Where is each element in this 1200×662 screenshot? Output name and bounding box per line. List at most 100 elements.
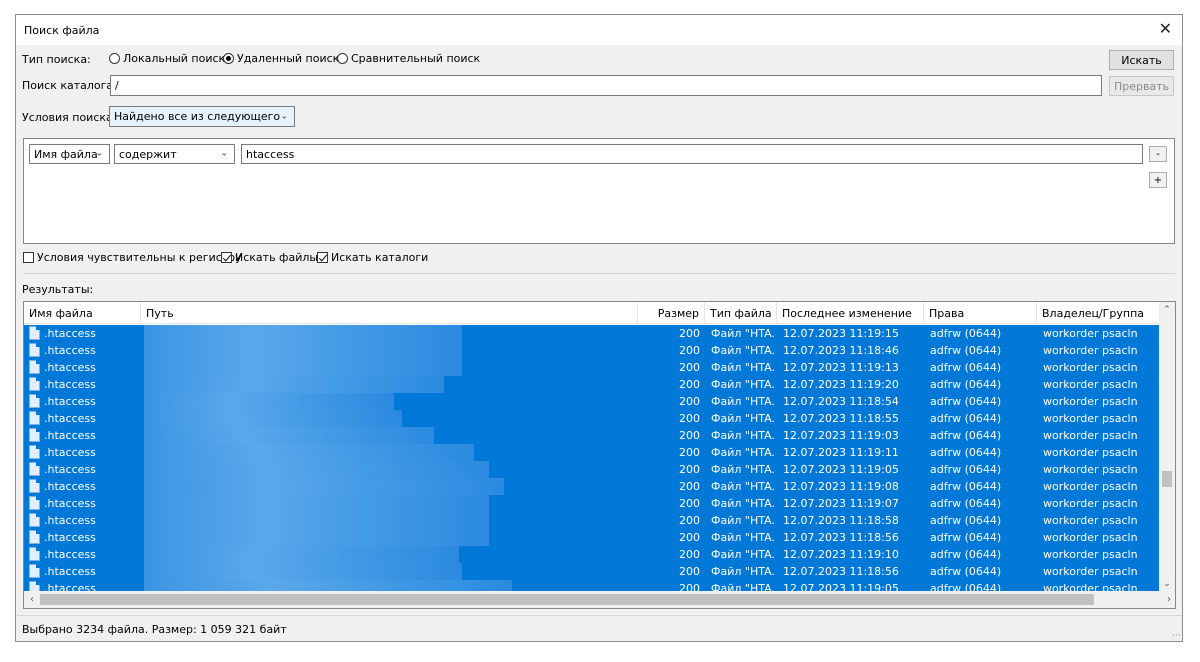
cell-permissions: adfrw (0644) (930, 395, 1002, 408)
table-row[interactable]: .htaccess 200 Файл "HTA... 12.07.2023 11:18… (24, 563, 1160, 580)
table-row[interactable]: .htaccess 200 Файл "HTA... 12.07.2023 11:19… (24, 325, 1160, 342)
cell-name: .htaccess (44, 480, 96, 493)
file-icon (29, 428, 40, 442)
cell-modified: 12.07.2023 11:19:11 (783, 446, 899, 459)
conditions-panel: Имя файла ⌄ содержит ⌄ htaccess - + (23, 138, 1175, 244)
cell-permissions: adfrw (0644) (930, 344, 1002, 357)
cell-size: 200 (679, 327, 700, 340)
column-header-modified[interactable]: Последнее изменение (777, 302, 924, 324)
cell-permissions: adfrw (0644) (930, 412, 1002, 425)
column-header-path[interactable]: Путь (141, 302, 638, 324)
search-dirs-checkbox[interactable]: Искать каталоги (317, 251, 428, 264)
redacted-path (144, 461, 489, 478)
cell-modified: 12.07.2023 11:18:58 (783, 514, 899, 527)
cell-name: .htaccess (44, 497, 96, 510)
table-row[interactable]: .htaccess 200 Файл "HTA... 12.07.2023 11:18… (24, 529, 1160, 546)
condition-field-select[interactable]: Имя файла ⌄ (29, 144, 110, 164)
column-header-size[interactable]: Размер (638, 302, 705, 324)
table-row[interactable]: .htaccess 200 Файл "HTA... 12.07.2023 11:19… (24, 495, 1160, 512)
table-row[interactable]: .htaccess 200 Файл "HTA... 12.07.2023 11:18… (24, 410, 1160, 427)
file-icon (29, 326, 40, 340)
redacted-path (144, 444, 474, 461)
cell-modified: 12.07.2023 11:19:05 (783, 463, 899, 476)
cell-type: Файл "HTA... (711, 514, 775, 527)
chevron-down-icon: ⌄ (95, 148, 103, 159)
file-icon (29, 394, 40, 408)
condition-value-input[interactable]: htaccess (241, 144, 1143, 164)
file-search-dialog: Поиск файла ✕ Тип поиска: Локальный поис… (15, 14, 1183, 642)
results-list[interactable]: ⌃ Имя файла Путь Размер Тип файла Послед… (23, 301, 1176, 609)
table-row[interactable]: .htaccess 200 Файл "HTA... 12.07.2023 11:19… (24, 461, 1160, 478)
cell-permissions: adfrw (0644) (930, 514, 1002, 527)
table-row[interactable]: .htaccess 200 Файл "HTA... 12.07.2023 11:19… (24, 376, 1160, 393)
status-text: Выбрано 3234 файла. Размер: 1 059 321 ба… (22, 623, 287, 636)
cell-size: 200 (679, 531, 700, 544)
table-row[interactable]: .htaccess 200 Файл "HTA... 12.07.2023 11:18… (24, 512, 1160, 529)
cell-owner: workorder psacln (1043, 412, 1138, 425)
results-label: Результаты: (22, 283, 94, 296)
file-icon (29, 343, 40, 357)
vertical-scrollbar[interactable]: ⌃ ⌄ (1159, 302, 1175, 592)
file-icon (29, 547, 40, 561)
radio-compare-search[interactable]: Сравнительный поиск (337, 52, 480, 65)
cell-owner: workorder psacln (1043, 463, 1138, 476)
table-row[interactable]: .htaccess 200 Файл "HTA... 12.07.2023 11:18… (24, 393, 1160, 410)
table-row[interactable]: .htaccess 200 Файл "HTA... 12.07.2023 11:19… (24, 427, 1160, 444)
table-row[interactable]: .htaccess 200 Файл "HTA... 12.07.2023 11:19… (24, 478, 1160, 495)
redacted-path (144, 376, 444, 393)
close-icon[interactable]: ✕ (1159, 19, 1172, 39)
cell-size: 200 (679, 514, 700, 527)
table-row[interactable]: .htaccess 200 Файл "HTA... 12.07.2023 11:18… (24, 342, 1160, 359)
checkbox-box (23, 252, 34, 263)
table-row[interactable]: .htaccess 200 Файл "HTA... 12.07.2023 11:19… (24, 359, 1160, 376)
case-sensitive-checkbox[interactable]: Условия чувствительны к регистру (23, 251, 242, 264)
column-header-label: Права (929, 306, 965, 320)
cell-permissions: adfrw (0644) (930, 548, 1002, 561)
cell-size: 200 (679, 412, 700, 425)
search-files-checkbox[interactable]: Искать файлы (221, 251, 318, 264)
cell-permissions: adfrw (0644) (930, 480, 1002, 493)
cell-permissions: adfrw (0644) (930, 429, 1002, 442)
scroll-down-icon[interactable]: ⌄ (1159, 576, 1175, 592)
table-row[interactable]: .htaccess 200 Файл "HTA... 12.07.2023 11:19… (24, 444, 1160, 461)
scroll-thumb[interactable] (1162, 471, 1172, 487)
resize-grip-icon[interactable]: ⋯ (1172, 631, 1181, 641)
table-row[interactable]: .htaccess 200 Файл "HTA... 12.07.2023 11:19… (24, 546, 1160, 563)
abort-button[interactable]: Прервать (1109, 76, 1174, 96)
cell-size: 200 (679, 378, 700, 391)
cell-name: .htaccess (44, 395, 96, 408)
cell-modified: 12.07.2023 11:18:56 (783, 565, 899, 578)
cell-type: Файл "HTA... (711, 327, 775, 340)
directory-input[interactable]: / (110, 75, 1102, 96)
radio-local-search[interactable]: Локальный поиск (109, 52, 225, 65)
cell-type: Файл "HTA... (711, 429, 775, 442)
results-header: ⌃ Имя файла Путь Размер Тип файла Послед… (24, 302, 1160, 324)
radio-remote-search[interactable]: Удаленный поиск (223, 52, 339, 65)
search-button[interactable]: Искать (1109, 50, 1174, 70)
column-header-name[interactable]: ⌃ Имя файла (24, 302, 141, 324)
column-header-owner[interactable]: Владелец/Группа (1037, 302, 1160, 324)
column-header-type[interactable]: Тип файла (705, 302, 777, 324)
remove-condition-button[interactable]: - (1149, 146, 1167, 162)
cell-type: Файл "HTA... (711, 378, 775, 391)
window-title: Поиск файла (24, 24, 100, 37)
scroll-left-icon[interactable]: ‹ (24, 591, 40, 608)
redacted-path (144, 393, 394, 410)
cell-owner: workorder psacln (1043, 361, 1138, 374)
column-header-permissions[interactable]: Права (924, 302, 1037, 324)
scroll-up-icon[interactable]: ⌃ (1159, 302, 1175, 318)
cell-name: .htaccess (44, 378, 96, 391)
conditions-label: Условия поиска: (22, 111, 117, 124)
redacted-path (144, 410, 402, 427)
cell-modified: 12.07.2023 11:19:03 (783, 429, 899, 442)
case-sensitive-label: Условия чувствительны к регистру (37, 251, 242, 264)
horizontal-scrollbar[interactable]: ‹ › (24, 591, 1175, 608)
conditions-mode-select[interactable]: Найдено все из следующего ⌄ (109, 106, 295, 127)
condition-operator-select[interactable]: содержит ⌄ (114, 144, 235, 164)
file-icon (29, 479, 40, 493)
scroll-right-icon[interactable]: › (1161, 591, 1175, 608)
cell-type: Файл "HTA... (711, 446, 775, 459)
scroll-thumb[interactable] (40, 594, 1094, 605)
add-condition-button[interactable]: + (1149, 172, 1167, 188)
cell-size: 200 (679, 395, 700, 408)
